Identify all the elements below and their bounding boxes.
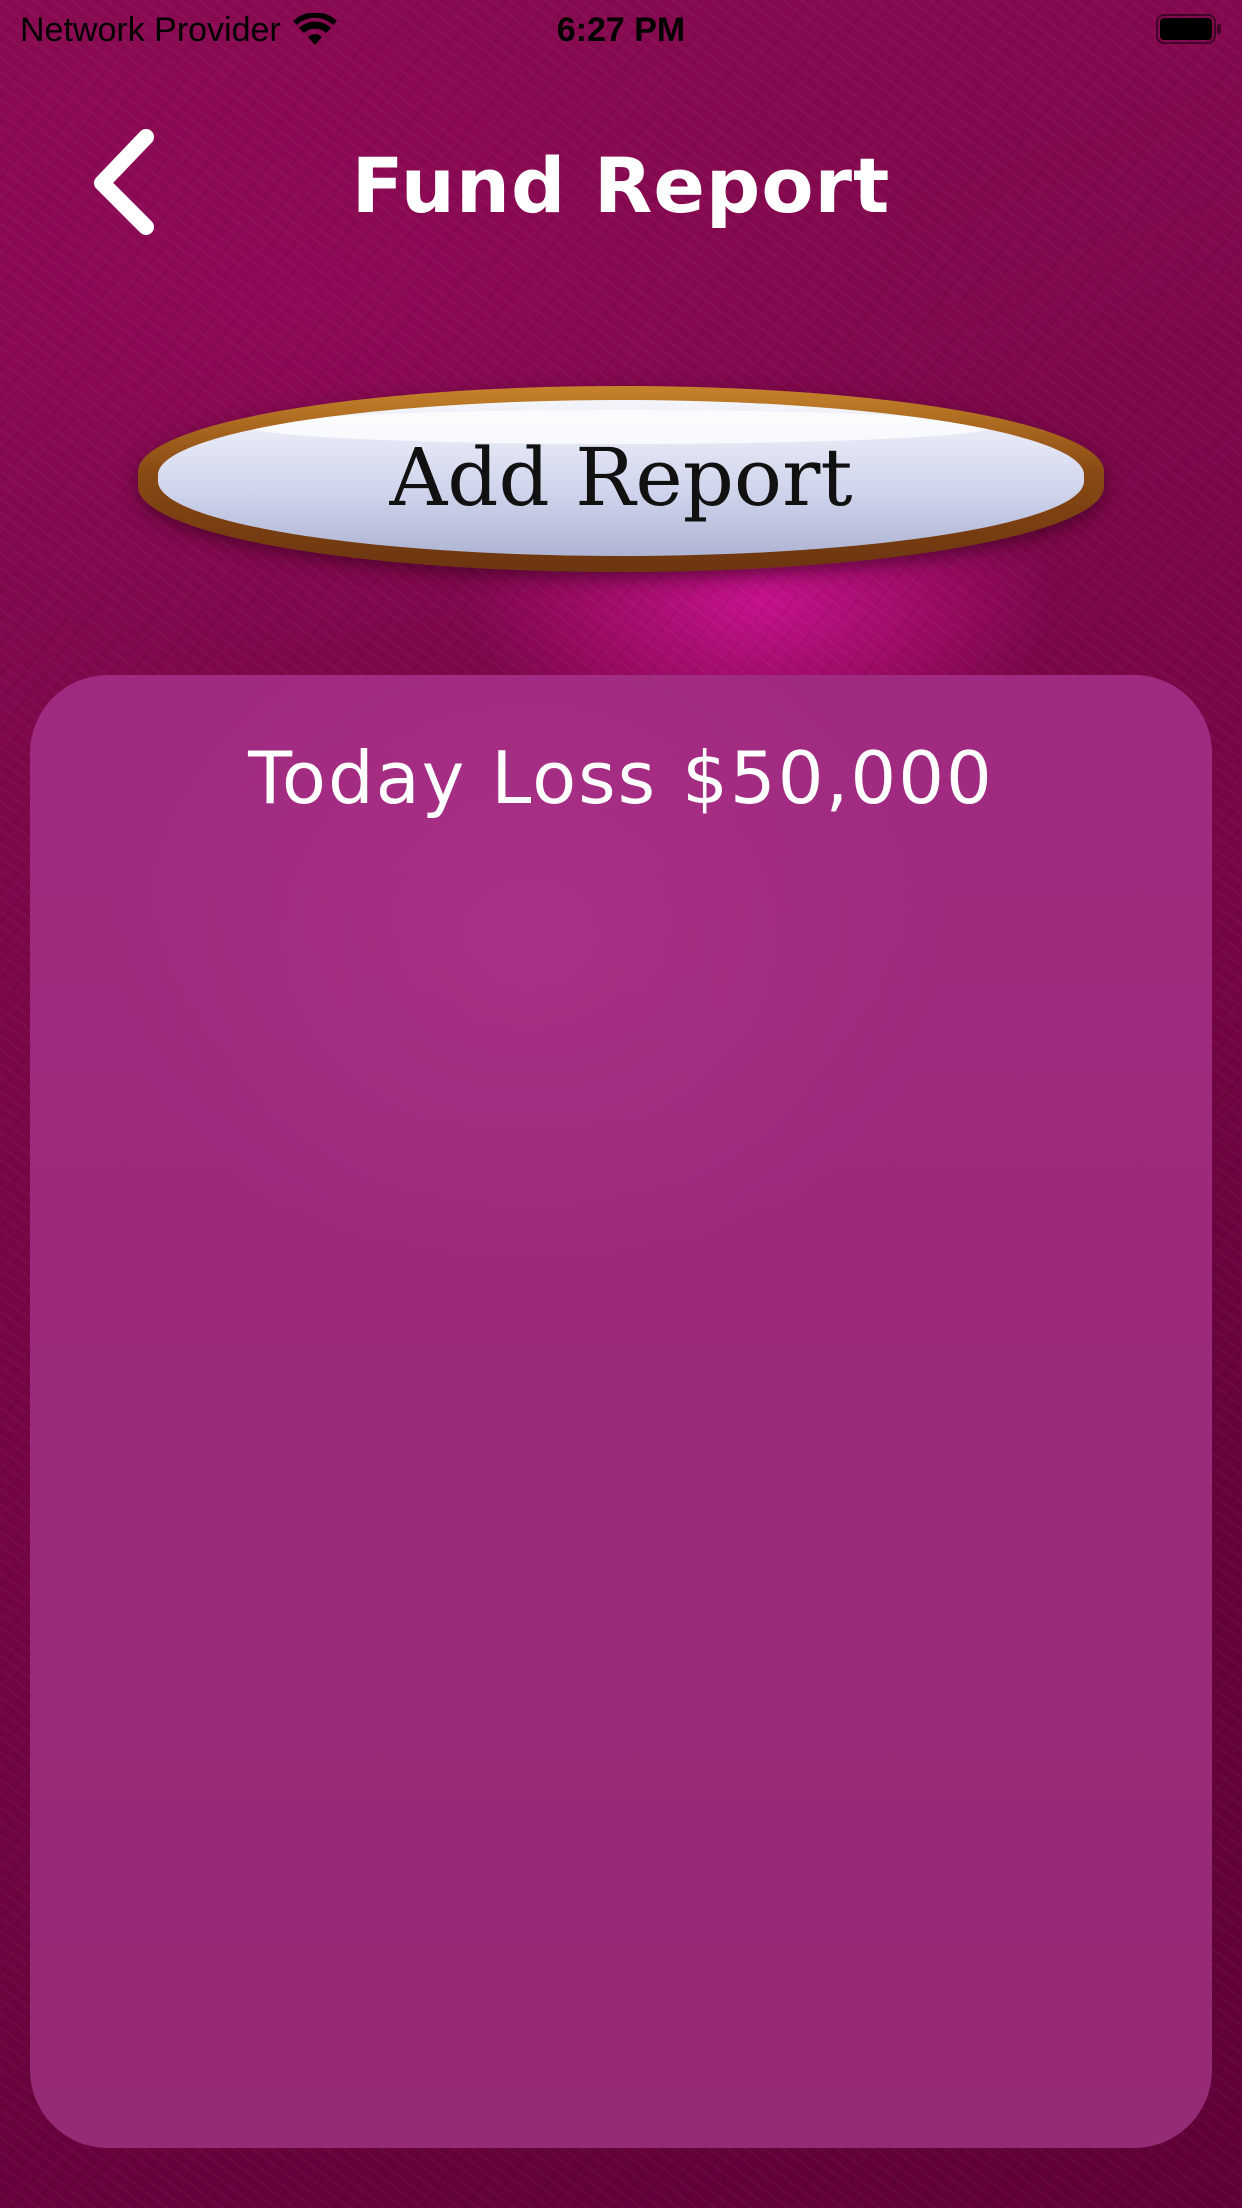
report-panel: Today Loss $50,000 [30, 675, 1212, 2148]
status-time: 6:27 PM [556, 11, 686, 49]
status-bar: Network Provider 6:27 PM [0, 0, 1242, 60]
add-report-button[interactable]: Add Report [138, 386, 1104, 572]
add-report-button-face: Add Report [158, 400, 1084, 556]
battery-icon [1156, 14, 1221, 44]
add-report-label: Add Report [389, 431, 853, 524]
today-loss-label: Today Loss $50,000 [248, 736, 994, 820]
page-title: Fund Report [351, 141, 891, 230]
